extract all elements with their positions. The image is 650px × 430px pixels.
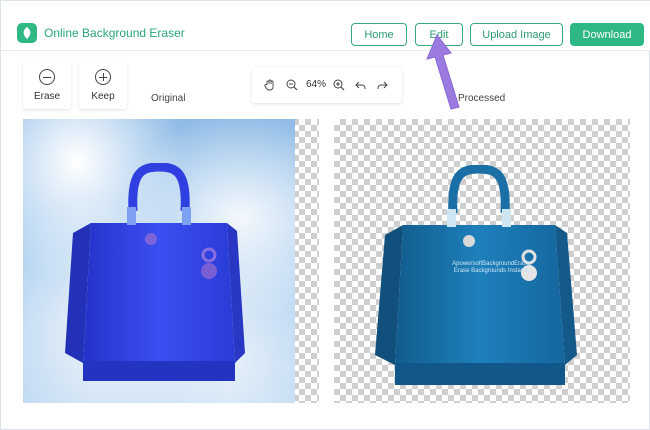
- zoom-in-icon[interactable]: [333, 79, 345, 91]
- app-title: Online Background Eraser: [44, 26, 185, 40]
- original-bag-image: [65, 163, 245, 381]
- redo-icon[interactable]: [376, 79, 388, 91]
- watermark-line-1: ApowersoftBackgroundEraser: [452, 261, 532, 267]
- keep-tool[interactable]: Keep: [79, 61, 127, 109]
- zoom-toolbar: 64%: [252, 67, 402, 103]
- undo-icon[interactable]: [355, 79, 367, 91]
- upload-image-button[interactable]: Upload Image: [470, 23, 563, 46]
- erase-label: Erase: [33, 91, 61, 102]
- original-label: Original: [151, 93, 186, 104]
- erase-tool-card[interactable]: Erase: [23, 61, 71, 109]
- watermark-text: ApowersoftBackgroundEraser Erase Backgro…: [437, 261, 547, 275]
- keep-tool-card[interactable]: Keep: [79, 61, 127, 109]
- hand-icon[interactable]: [264, 79, 276, 91]
- pointer-arrow-icon: [426, 34, 460, 110]
- home-button[interactable]: Home: [351, 23, 407, 46]
- watermark-line-2: Erase Backgrounds Instantly: [453, 268, 531, 274]
- app-window: Online Background Eraser Home Edit Uploa…: [0, 0, 650, 430]
- download-button[interactable]: Download: [570, 23, 644, 46]
- top-bar: Online Background Eraser Home Edit Uploa…: [1, 1, 650, 51]
- zoom-level: 64%: [306, 79, 327, 90]
- keep-label: Keep: [91, 91, 115, 102]
- minus-circle-icon: [39, 69, 55, 85]
- app-logo-icon: [17, 23, 37, 43]
- processed-bag-image: [375, 165, 577, 385]
- erase-tool[interactable]: Erase: [23, 61, 71, 109]
- plus-circle-icon: [95, 69, 111, 85]
- zoom-out-icon[interactable]: [286, 79, 298, 91]
